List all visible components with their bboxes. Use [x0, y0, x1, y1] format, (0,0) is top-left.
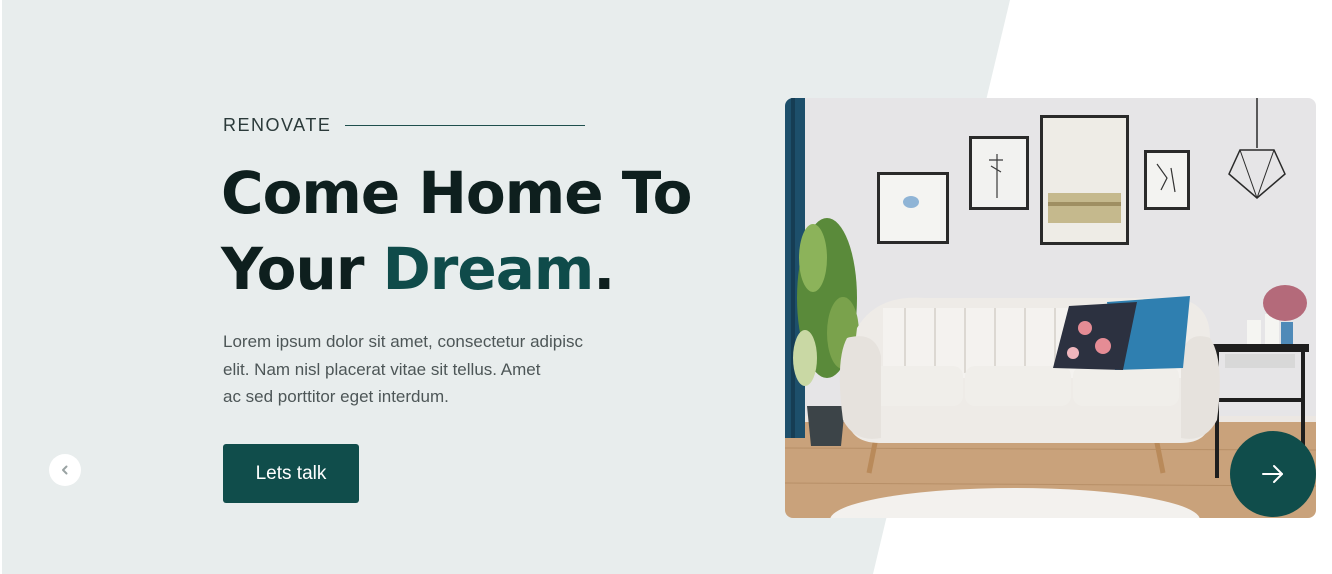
- hero-description: Lorem ipsum dolor sit amet, consectetur …: [223, 328, 653, 411]
- carousel-prev-button[interactable]: [49, 454, 81, 486]
- eyebrow-label: RENOVATE: [223, 115, 332, 135]
- eyebrow-divider: [345, 125, 586, 126]
- chevron-left-icon: [62, 465, 68, 475]
- arrow-right-icon: [1262, 465, 1283, 483]
- headline-suffix: .: [593, 235, 615, 303]
- eyebrow: RENOVATE: [223, 115, 586, 136]
- description-line: elit. Nam nisl placerat vitae sit tellus…: [223, 359, 541, 379]
- headline-line-1: Come Home To: [221, 159, 692, 227]
- headline-line-2-prefix: Your: [221, 235, 383, 303]
- description-line: ac sed porttitor eget interdum.: [223, 387, 449, 406]
- carousel-next-button[interactable]: [1230, 431, 1316, 517]
- hero-headline: Come Home To Your Dream.: [221, 155, 692, 307]
- lets-talk-button[interactable]: Lets talk: [223, 444, 359, 503]
- description-line: Lorem ipsum dolor sit amet, consectetur …: [223, 332, 583, 351]
- headline-accent: Dream: [382, 235, 595, 303]
